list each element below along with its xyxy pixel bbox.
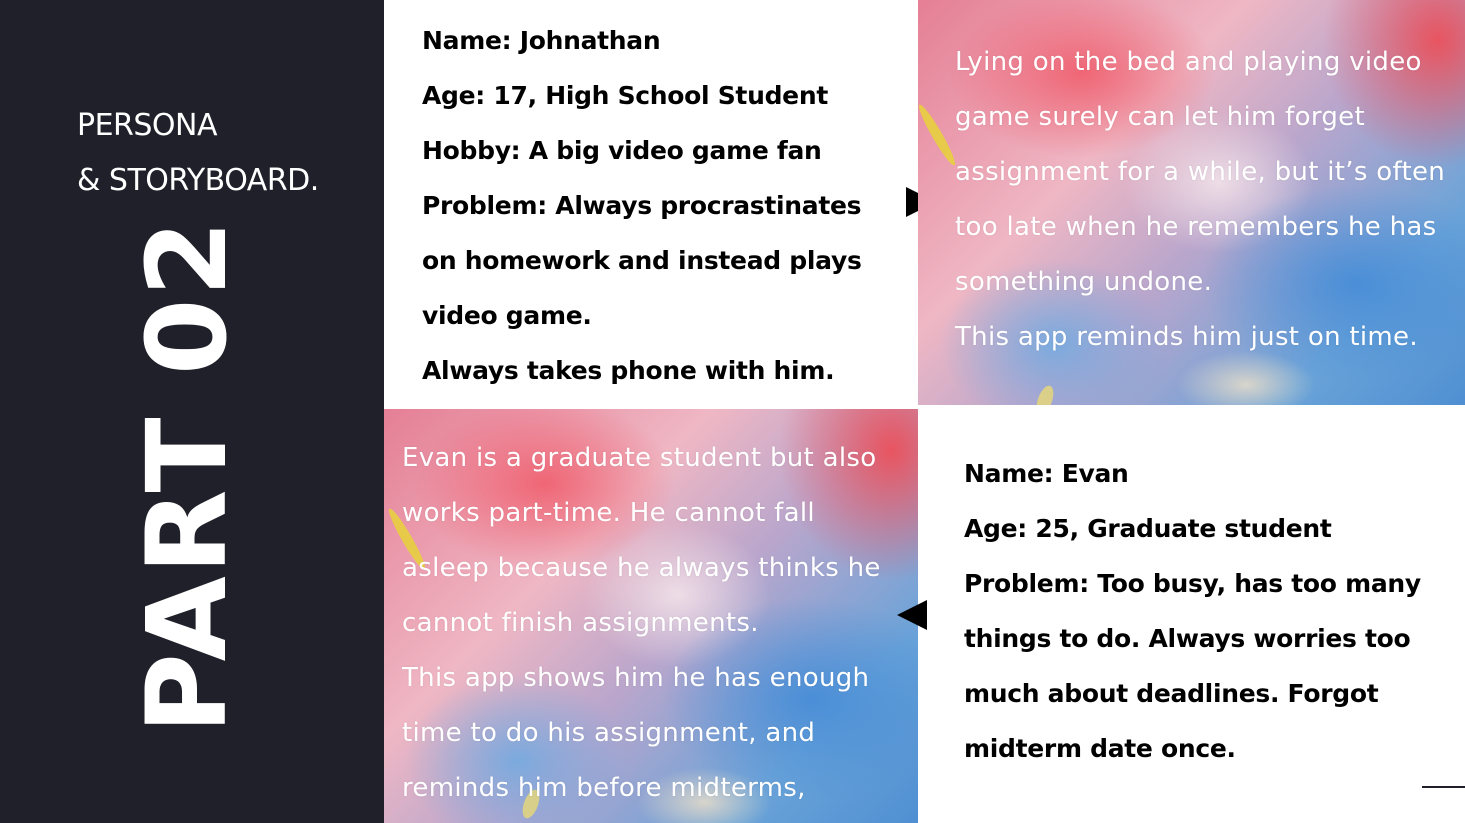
paint-streak	[1033, 383, 1057, 405]
story-line: asleep because he always thinks he	[402, 553, 881, 583]
persona-card-evan: Name: Evan Age: 25, Graduate student Pro…	[964, 446, 1459, 776]
story-line: works part-time. He cannot fall	[402, 498, 815, 528]
story-line: game surely can let him forget	[955, 102, 1365, 132]
triangle-left-icon	[897, 600, 927, 630]
kicker-line: PERSONA	[77, 108, 218, 143]
story-line: assignment for a while, but it’s often	[955, 157, 1446, 187]
persona-line: on homework and instead plays	[422, 246, 862, 275]
persona-line: Hobby: A big video game fan	[422, 136, 822, 165]
section-kicker: PERSONA & STORYBOARD.	[77, 98, 319, 208]
persona-line: Name: Johnathan	[422, 26, 661, 55]
persona-line: Name: Evan	[964, 459, 1129, 488]
persona-line: Age: 25, Graduate student	[964, 514, 1332, 543]
persona-line: Problem: Always procrastinates	[422, 191, 862, 220]
decorative-divider	[1422, 786, 1465, 788]
story-line: This app reminds him just on time.	[955, 322, 1418, 352]
persona-line: much about deadlines. Forgot	[964, 679, 1379, 708]
persona-line: video game.	[422, 301, 592, 330]
story-line: This app shows him he has enough	[402, 663, 870, 693]
paint-streak	[918, 102, 959, 168]
persona-line: Problem: Too busy, has too many	[964, 569, 1421, 598]
persona-card-johnathan: Name: Johnathan Age: 17, High School Stu…	[422, 13, 912, 398]
persona-line: Always takes phone with him.	[422, 356, 835, 385]
kicker-line: & STORYBOARD.	[77, 163, 319, 198]
persona-line: midterm date once.	[964, 734, 1236, 763]
story-line: time to do his assignment, and	[402, 718, 816, 748]
story-line: cannot finish assignments.	[402, 608, 759, 638]
part-title: PART 02	[123, 218, 251, 734]
story-line: Evan is a graduate student but also	[402, 443, 877, 473]
persona-line: things to do. Always worries too	[964, 624, 1411, 653]
storyboard-panel-johnathan: Lying on the bed and playing video game …	[918, 0, 1465, 405]
section-sidebar: PERSONA & STORYBOARD. PART 02	[0, 0, 384, 823]
story-line: Lying on the bed and playing video	[955, 47, 1422, 77]
persona-line: Age: 17, High School Student	[422, 81, 828, 110]
story-line: something undone.	[955, 267, 1213, 297]
storyboard-panel-evan: Evan is a graduate student but also work…	[384, 409, 918, 823]
story-line: reminds him before midterms,	[402, 773, 806, 803]
story-line: too late when he remembers he has	[955, 212, 1437, 242]
storyboard-text: Evan is a graduate student but also work…	[402, 431, 918, 816]
storyboard-text: Lying on the bed and playing video game …	[955, 35, 1465, 365]
